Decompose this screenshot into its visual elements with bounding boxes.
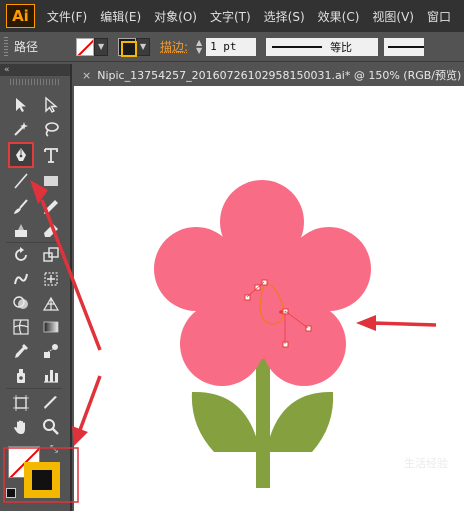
blob-brush-tool-icon[interactable] xyxy=(10,220,32,242)
control-bar: 路径 ▼ ▼ 描边: ▲ ▼ 1 pt 等比 xyxy=(0,32,464,62)
selection-type-label: 路径 xyxy=(14,40,39,54)
stroke-swatch[interactable] xyxy=(118,37,138,57)
type-tool-icon[interactable] xyxy=(40,144,62,166)
profile-label: 等比 xyxy=(330,40,353,54)
profile-line-icon xyxy=(272,45,323,48)
left-leaf xyxy=(191,391,260,452)
illustrator-logo: Ai xyxy=(6,4,35,28)
menu-edit[interactable]: 编辑(E) xyxy=(100,8,141,25)
watermark: 生活经验 xyxy=(404,457,448,470)
stroke-color-box[interactable] xyxy=(24,462,60,498)
scale-tool-icon[interactable] xyxy=(40,244,62,266)
stroke-weight-input[interactable]: 1 pt xyxy=(206,37,257,56)
menu-window[interactable]: 窗口 xyxy=(427,8,451,25)
menu-object[interactable]: 对象(O) xyxy=(154,8,197,25)
fill-stroke-control: ⤡ xyxy=(6,444,66,504)
fill-dropdown[interactable]: ▼ xyxy=(94,37,109,56)
magic-wand-tool-icon[interactable] xyxy=(10,118,32,140)
menu-select[interactable]: 选择(S) xyxy=(264,8,305,25)
eraser-tool-icon[interactable] xyxy=(40,220,62,242)
default-colors-icon[interactable] xyxy=(6,488,16,498)
rotate-tool-icon[interactable] xyxy=(10,244,32,266)
shape-builder-tool-icon[interactable] xyxy=(10,292,32,314)
document-title: Nipic_13754257_20160726102958150031.ai* … xyxy=(97,69,462,82)
variable-width-profile[interactable]: 等比 xyxy=(266,37,379,56)
artboard-canvas[interactable]: 生活经验 xyxy=(74,86,464,511)
close-icon[interactable]: × xyxy=(82,69,91,82)
pencil-tool-icon[interactable] xyxy=(40,196,62,218)
gradient-tool-icon[interactable] xyxy=(40,316,62,338)
direct-selection-tool-icon[interactable] xyxy=(40,94,62,116)
menu-view[interactable]: 视图(V) xyxy=(372,8,414,25)
toolbox-divider xyxy=(6,388,62,389)
swap-fill-stroke-icon[interactable]: ⤡ xyxy=(50,444,58,455)
stroke-weight-spinner[interactable]: ▲ ▼ xyxy=(192,38,206,56)
line-segment-tool-icon[interactable] xyxy=(10,170,32,192)
control-bar-grip[interactable] xyxy=(4,36,8,57)
pen-tool-icon[interactable] xyxy=(8,142,34,168)
eyedropper-tool-icon[interactable] xyxy=(10,340,32,362)
perspective-grid-tool-icon[interactable] xyxy=(40,292,62,314)
free-transform-tool-icon[interactable] xyxy=(40,268,62,290)
menu-file[interactable]: 文件(F) xyxy=(47,8,87,25)
lasso-tool-icon[interactable] xyxy=(40,118,62,140)
document-tab[interactable]: × Nipic_13754257_20160726102958150031.ai… xyxy=(74,64,464,86)
blend-tool-icon[interactable] xyxy=(40,340,62,362)
stroke-dropdown[interactable]: ▼ xyxy=(136,37,151,56)
brush-definition[interactable] xyxy=(384,37,425,56)
symbol-sprayer-tool-icon[interactable] xyxy=(10,364,32,386)
rectangle-tool-icon[interactable] xyxy=(40,170,62,192)
right-leaf xyxy=(266,391,334,452)
paintbrush-tool-icon[interactable] xyxy=(10,196,32,218)
zoom-tool-icon[interactable] xyxy=(40,416,62,438)
toolbox-divider xyxy=(6,242,62,243)
document-tab-bar: × Nipic_13754257_20160726102958150031.ai… xyxy=(74,64,464,86)
flower-artwork[interactable] xyxy=(74,86,464,511)
menu-type[interactable]: 文字(T) xyxy=(210,8,251,25)
slice-tool-icon[interactable] xyxy=(40,392,62,414)
brush-line-icon xyxy=(388,45,425,48)
warp-tool-icon[interactable] xyxy=(10,268,32,290)
fill-swatch[interactable] xyxy=(76,37,95,56)
hand-tool-icon[interactable] xyxy=(10,416,32,438)
tools-panel: « ⤡ xyxy=(0,64,72,511)
stroke-label[interactable]: 描边: xyxy=(160,38,188,55)
mesh-tool-icon[interactable] xyxy=(10,316,32,338)
column-graph-tool-icon[interactable] xyxy=(40,364,62,386)
selection-tool-icon[interactable] xyxy=(10,94,32,116)
menu-bar: Ai 文件(F) 编辑(E) 对象(O) 文字(T) 选择(S) 效果(C) 视… xyxy=(0,0,464,32)
tools-panel-grip[interactable] xyxy=(10,79,60,85)
artboard-tool-icon[interactable] xyxy=(10,392,32,414)
menu-effect[interactable]: 效果(C) xyxy=(318,8,360,25)
tools-panel-collapse[interactable]: « xyxy=(0,64,70,76)
